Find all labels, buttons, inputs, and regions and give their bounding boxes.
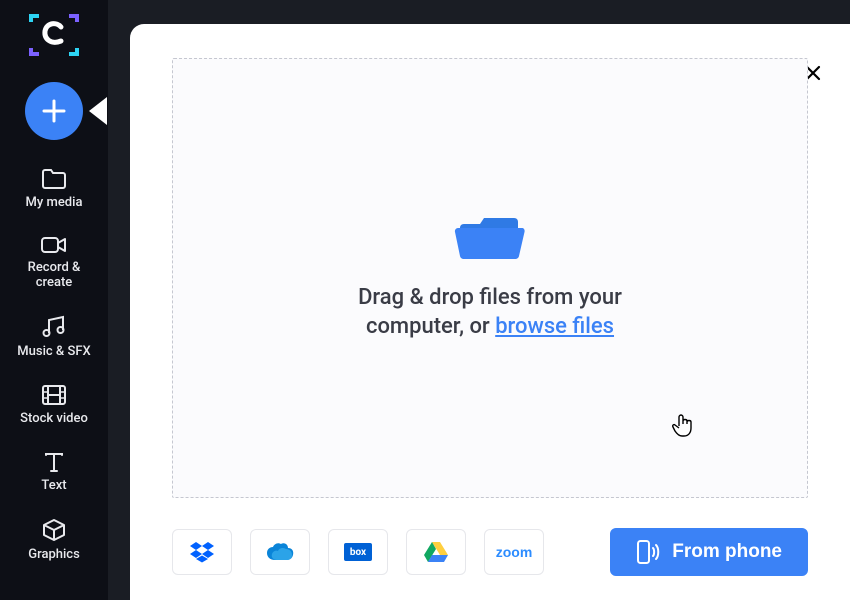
plus-icon <box>41 98 67 124</box>
sidebar: My media Record & create Music & SFX Sto… <box>0 0 108 600</box>
pointer-cursor-icon <box>671 414 693 438</box>
box-icon: box <box>344 543 372 561</box>
googledrive-icon <box>424 541 448 563</box>
cube-icon <box>41 518 67 542</box>
dropzone[interactable]: Drag & drop files from your computer, or… <box>172 58 808 498</box>
sidebar-item-record-create[interactable]: Record & create <box>0 235 108 291</box>
text-t-icon <box>43 451 65 473</box>
music-note-icon <box>41 315 67 339</box>
integration-onedrive[interactable] <box>250 529 310 575</box>
browse-files-link[interactable]: browse files <box>495 314 614 339</box>
phone-broadcast-icon <box>636 539 660 565</box>
from-phone-button[interactable]: From phone <box>610 528 808 576</box>
app-logo <box>29 14 79 56</box>
integration-box[interactable]: box <box>328 529 388 575</box>
sidebar-item-label: My media <box>26 196 83 211</box>
integration-dropbox[interactable] <box>172 529 232 575</box>
sidebar-item-music-sfx[interactable]: Music & SFX <box>0 315 108 360</box>
folder-open-icon <box>454 214 526 262</box>
integration-googledrive[interactable] <box>406 529 466 575</box>
sidebar-item-label: Graphics <box>28 548 80 563</box>
integration-row: box zoom From phone <box>172 528 808 576</box>
integration-zoom[interactable]: zoom <box>484 529 544 575</box>
folder-icon <box>41 168 67 190</box>
dropzone-text: Drag & drop files from your computer, or… <box>358 284 622 341</box>
sidebar-item-label: Stock video <box>20 412 88 427</box>
sidebar-item-text[interactable]: Text <box>0 451 108 494</box>
sidebar-item-graphics[interactable]: Graphics <box>0 518 108 563</box>
sidebar-item-label: Music & SFX <box>17 345 90 360</box>
sidebar-item-my-media[interactable]: My media <box>0 168 108 211</box>
upload-modal: Drag & drop files from your computer, or… <box>130 24 850 600</box>
film-reel-icon <box>41 384 67 406</box>
sidebar-item-label: Record & create <box>28 261 81 291</box>
dropbox-icon <box>189 541 215 563</box>
sidebar-item-stock-video[interactable]: Stock video <box>0 384 108 427</box>
onedrive-icon <box>265 542 295 562</box>
video-camera-icon <box>40 235 68 255</box>
add-button[interactable] <box>25 82 83 140</box>
from-phone-label: From phone <box>672 541 782 563</box>
sidebar-item-label: Text <box>41 479 66 494</box>
zoom-icon: zoom <box>496 544 533 560</box>
